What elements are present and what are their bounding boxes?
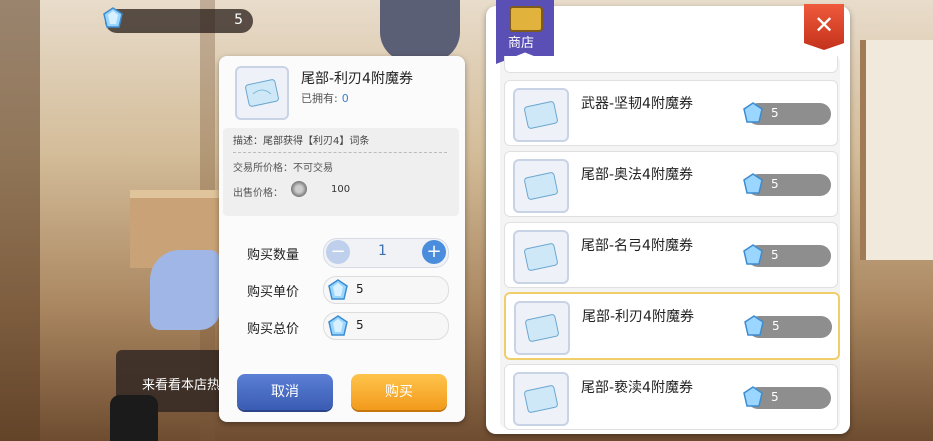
enchant-ticket-icon <box>514 301 570 355</box>
crystal-gem-icon <box>328 279 348 300</box>
shop-item-card[interactable]: 尾部-奥法4附魔券 5 <box>504 151 838 217</box>
purchase-panel: 尾部-利刃4附魔券 已拥有: 0 描述：尾部获得【利刃4】词条 交易所价格：不可交… <box>219 56 465 422</box>
npc-character <box>380 0 460 62</box>
crystal-gem-icon <box>328 315 348 336</box>
crystal-gem-icon <box>743 173 763 194</box>
minus-button[interactable]: − <box>326 240 350 264</box>
treasure-chest-icon <box>509 6 543 32</box>
list-item-partial <box>504 56 838 73</box>
shop-item-price-value: 5 <box>772 319 780 333</box>
background-window <box>860 40 933 260</box>
shop-item-price: 5 <box>743 244 831 267</box>
unit-price-field: 5 <box>323 276 449 304</box>
total-price-label: 购买总价 <box>247 322 300 337</box>
shop-title: 商店 <box>508 36 535 51</box>
crystal-gem-icon <box>743 102 763 123</box>
shop-item-name: 尾部-亵渎4附魔券 <box>581 380 693 396</box>
enchant-ticket-icon <box>235 66 289 120</box>
shop-item-card[interactable]: 尾部-名弓4附魔券 5 <box>504 222 838 288</box>
crystal-gem-icon <box>743 244 763 265</box>
unit-price-value: 5 <box>356 282 364 296</box>
total-price-value: 5 <box>356 318 364 332</box>
buy-button[interactable]: 购买 <box>351 374 447 410</box>
item-description: 描述：尾部获得【利刃4】词条 <box>233 136 370 147</box>
enchant-ticket-icon <box>513 88 569 142</box>
quantity-value: 1 <box>378 243 387 259</box>
shop-item-name: 武器-坚韧4附魔券 <box>581 96 693 112</box>
shop-item-price-value: 5 <box>771 106 779 120</box>
background-character <box>150 250 220 330</box>
plus-button[interactable]: + <box>422 240 446 264</box>
shop-item-name: 尾部-名弓4附魔券 <box>581 238 693 254</box>
shop-item-card[interactable]: 尾部-亵渎4附魔券 5 <box>504 364 838 430</box>
quantity-label: 购买数量 <box>247 248 300 263</box>
shop-item-name: 尾部-奥法4附魔券 <box>581 167 693 183</box>
enchant-ticket-icon <box>513 372 569 426</box>
owned-value: 0 <box>341 92 349 105</box>
crystal-gem-icon <box>743 386 763 407</box>
total-price-field: 5 <box>323 312 449 340</box>
currency-bar: 5 <box>103 7 253 33</box>
shop-item-name: 尾部-利刃4附魔券 <box>582 309 694 325</box>
shop-item-price: 5 <box>743 173 831 196</box>
enchant-ticket-icon <box>513 159 569 213</box>
owned-count: 已拥有: 0 <box>301 90 349 106</box>
shop-item-price: 5 <box>744 315 832 338</box>
shop-sign-text: 来看看本店热 <box>142 378 221 393</box>
close-x-icon: ✕ <box>813 11 835 39</box>
currency-amount: 5 <box>234 12 243 28</box>
cat-icon <box>110 395 158 441</box>
sell-price-label: 出售价格： <box>233 188 283 199</box>
crystal-gem-icon <box>744 315 764 336</box>
trade-price: 交易所价格：不可交易 <box>233 163 333 174</box>
shop-item-price: 5 <box>743 386 831 409</box>
shop-item-card[interactable]: 武器-坚韧4附魔券 5 <box>504 80 838 146</box>
sell-price-value: 100 <box>331 184 351 195</box>
shop-item-price-value: 5 <box>771 177 779 191</box>
divider <box>233 152 447 153</box>
crystal-gem-icon <box>103 7 123 28</box>
quantity-stepper[interactable]: − 1 + <box>323 238 449 268</box>
enchant-ticket-icon <box>513 230 569 284</box>
shop-item-price: 5 <box>743 102 831 125</box>
close-button[interactable]: ✕ <box>804 4 844 50</box>
shop-item-card-selected[interactable]: 尾部-利刃4附魔券 5 <box>504 292 840 360</box>
owned-label: 已拥有: <box>301 92 338 105</box>
shop-item-price-value: 5 <box>771 248 779 262</box>
cancel-button[interactable]: 取消 <box>237 374 333 410</box>
shop-item-price-value: 5 <box>771 390 779 404</box>
item-name: 尾部-利刃4附魔券 <box>301 71 413 87</box>
zeny-coin-icon <box>291 181 307 197</box>
unit-price-label: 购买单价 <box>247 285 300 300</box>
